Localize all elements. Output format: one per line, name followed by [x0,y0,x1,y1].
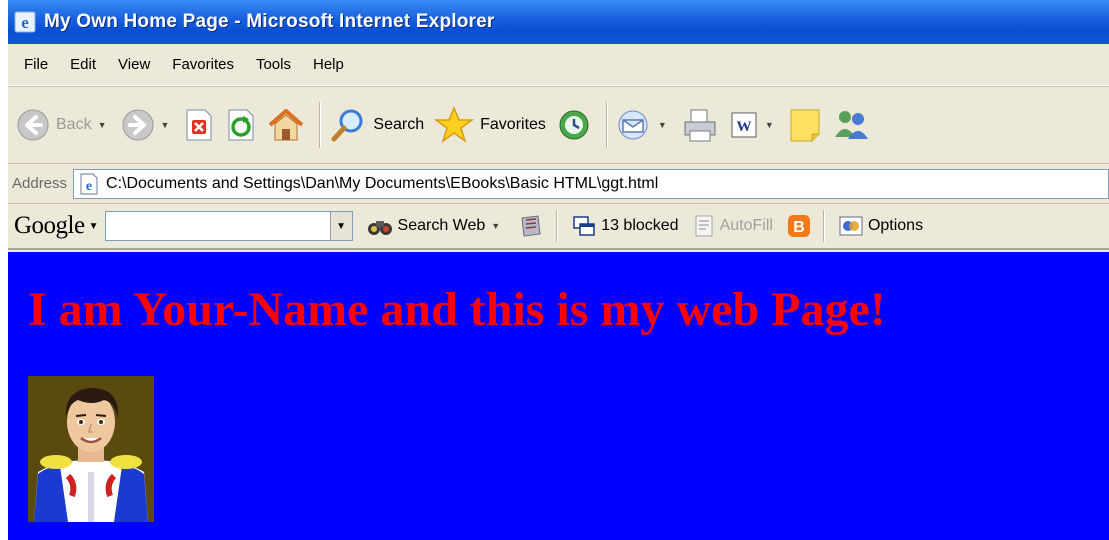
page-content: I am Your-Name and this is my web Page! [8,252,1109,540]
stop-icon [186,109,212,141]
svg-text:W: W [736,119,751,135]
autofill-label: AutoFill [719,217,773,234]
mail-icon [618,110,648,140]
home-button[interactable] [267,107,305,143]
favorites-star-icon [434,106,475,143]
history-icon [559,110,589,140]
print-icon [684,109,716,142]
back-icon [17,109,49,141]
messenger-icon [834,111,868,139]
home-icon [269,109,304,141]
notes-icon [790,109,820,142]
search-label: Search [373,116,425,133]
google-search-input[interactable]: ▼ [104,211,353,241]
menu-edit[interactable]: Edit [62,54,110,75]
address-bar: Address e C:\Documents and Settings\Dan\… [8,164,1109,204]
menu-bar: File Edit View Favorites Tools Help [8,44,1109,86]
back-label: Back [56,116,92,133]
search-icon [331,109,363,142]
back-dropdown-icon[interactable]: ▼ [98,120,107,130]
blogger-button[interactable]: B [787,214,811,238]
favorites-label: Favorites [480,116,546,133]
history-button[interactable] [556,107,592,143]
notes-button[interactable] [788,107,822,143]
news-icon [521,215,541,237]
svg-text:e: e [86,179,92,194]
search-web-label: Search Web [397,217,486,234]
options-icon [839,216,863,236]
google-news-button[interactable] [518,214,544,238]
google-toolbar-separator [822,210,825,242]
title-bar: e My Own Home Page - Microsoft Internet … [8,0,1109,44]
autofill-button[interactable]: AutoFill [693,214,773,238]
word-dropdown-icon[interactable]: ▼ [765,120,774,130]
word-button[interactable]: W ▼ [729,109,778,141]
svg-text:B: B [793,219,805,236]
browser-window: e My Own Home Page - Microsoft Internet … [8,0,1109,540]
page-heading: I am Your-Name and this is my web Page! [28,283,886,336]
toolbar-separator [319,102,322,148]
autofill-icon [695,215,713,237]
back-button[interactable]: Back ▼ [16,108,111,142]
menu-help[interactable]: Help [305,54,358,75]
google-toolbar: Google ▼ ▼ Search Web ▼ 13 blocked AutoF… [8,204,1109,250]
options-button[interactable]: Options [839,215,923,237]
menu-favorites[interactable]: Favorites [164,54,248,75]
mail-dropdown-icon[interactable]: ▼ [658,120,667,130]
standard-toolbar: Back ▼ ▼ Search Favorites ▼ W ▼ [8,86,1109,164]
google-toolbar-separator [556,210,559,242]
forward-button[interactable]: ▼ [121,108,174,142]
messenger-button[interactable] [832,107,870,143]
blocked-count-label: 13 blocked [601,217,679,234]
popup-blocker-button[interactable]: 13 blocked [572,215,679,237]
search-button[interactable]: Search [329,107,424,143]
refresh-button[interactable] [225,108,257,142]
search-web-button[interactable]: Search Web ▼ [367,215,505,237]
google-search-dropdown-icon[interactable]: ▼ [329,212,352,240]
mail-button[interactable]: ▼ [616,108,671,142]
stop-button[interactable] [183,108,215,142]
blogger-icon: B [787,215,810,237]
favorites-button[interactable]: Favorites [434,106,546,144]
menu-tools[interactable]: Tools [248,54,305,75]
forward-dropdown-icon[interactable]: ▼ [161,120,170,130]
search-web-dropdown-icon[interactable]: ▼ [491,221,500,231]
print-button[interactable] [681,107,719,143]
options-label: Options [867,217,924,234]
address-input[interactable]: e C:\Documents and Settings\Dan\My Docum… [73,168,1109,199]
window-title: My Own Home Page - Microsoft Internet Ex… [44,11,495,32]
popup-blocker-icon [573,216,595,236]
address-label: Address [12,175,68,192]
google-dropdown-icon[interactable]: ▼ [89,221,99,232]
menu-view[interactable]: View [110,54,164,75]
page-icon: e [80,173,98,194]
toolbar-separator [605,102,608,148]
binoculars-icon [367,221,392,235]
address-value: C:\Documents and Settings\Dan\My Documen… [106,174,659,192]
ie-logo-icon: e [14,11,36,33]
forward-icon [122,109,153,141]
avatar-image [28,376,154,522]
svg-text:e: e [21,13,29,32]
refresh-icon [228,109,254,141]
word-icon: W [731,112,757,138]
menu-file[interactable]: File [16,54,62,75]
google-logo[interactable]: Google [14,212,85,240]
